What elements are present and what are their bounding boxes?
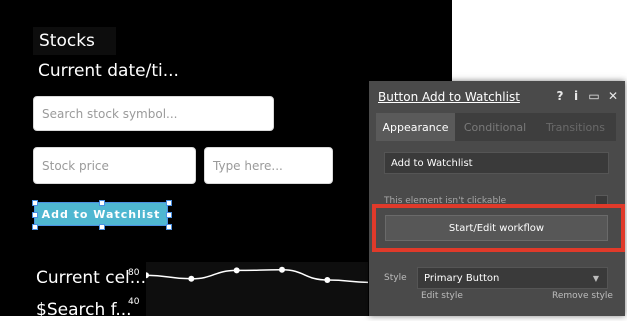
stock-chart[interactable]: [143, 262, 419, 316]
data-point-0: [143, 272, 149, 279]
stock-price-placeholder: Stock price: [42, 158, 109, 173]
info-icon[interactable]: i: [569, 89, 583, 103]
series-line: [145, 269, 419, 284]
help-icon[interactable]: ?: [553, 89, 567, 103]
panel-title[interactable]: Button Add to Watchlist: [378, 90, 520, 104]
resize-handle-ml[interactable]: [32, 212, 38, 218]
chevron-down-icon: ▼: [592, 273, 599, 283]
resize-handle-tr[interactable]: [166, 200, 172, 206]
data-point-2: [233, 267, 240, 274]
remove-style-link[interactable]: Remove style: [552, 291, 613, 301]
resize-handle-bc[interactable]: [99, 224, 105, 230]
stocks-label[interactable]: Stocks: [39, 31, 95, 51]
resize-handle-mr[interactable]: [166, 212, 172, 218]
tab-transitions[interactable]: Transitions: [535, 113, 616, 141]
start-edit-workflow-button[interactable]: Start/Edit workflow: [385, 215, 608, 241]
type-here-input[interactable]: Type here...: [204, 147, 333, 184]
data-point-4: [324, 277, 331, 283]
resize-handle-tc[interactable]: [99, 200, 105, 206]
stock-price-input[interactable]: Stock price: [33, 147, 196, 184]
close-icon[interactable]: ✕: [606, 89, 620, 103]
stock-chart-svg: [143, 266, 419, 284]
search-stock-placeholder: Search stock symbol...: [42, 106, 178, 121]
style-select[interactable]: Primary Button ▼: [417, 267, 608, 289]
tab-appearance[interactable]: Appearance: [376, 113, 455, 141]
y-tick-80: 80: [128, 268, 140, 278]
search-stock-input[interactable]: Search stock symbol...: [33, 96, 274, 131]
resize-handle-bl[interactable]: [32, 224, 38, 230]
data-point-3: [279, 266, 285, 273]
style-select-value: Primary Button: [424, 272, 500, 284]
y-tick-40: 40: [128, 297, 140, 307]
tab-conditional[interactable]: Conditional: [455, 113, 535, 141]
resize-handle-br[interactable]: [166, 224, 172, 230]
data-point-1: [188, 275, 195, 282]
resize-handle-tl[interactable]: [32, 200, 38, 206]
style-label: Style: [384, 273, 407, 283]
edit-style-link[interactable]: Edit style: [421, 291, 463, 301]
panel-tabs: Appearance Conditional Transitions: [376, 113, 616, 141]
search-f-label[interactable]: $Search f...: [36, 300, 132, 320]
comment-icon[interactable]: ▭: [587, 89, 601, 103]
property-editor-panel: Button Add to Watchlist ? i ▭ ✕ Appearan…: [369, 81, 625, 316]
type-here-placeholder: Type here...: [213, 158, 283, 173]
button-text-field[interactable]: Add to Watchlist: [384, 152, 609, 174]
current-date-label[interactable]: Current date/ti...: [38, 61, 179, 81]
